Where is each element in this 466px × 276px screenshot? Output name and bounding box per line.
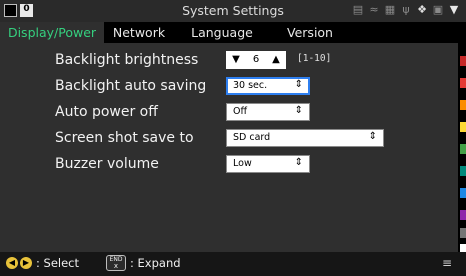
strip-segment [460, 122, 466, 132]
updown-caret-icon: ⇕ [368, 131, 377, 142]
expand-hint: : Expand [130, 256, 181, 270]
backlight-auto-saving-select[interactable]: 30 sec. ⇕ [226, 77, 310, 95]
network-icon: ▦ [384, 3, 396, 16]
printer-icon: ▤ [352, 3, 364, 16]
buzzer-volume-select[interactable]: Low ⇕ [226, 155, 310, 173]
tab-bar: Display/Power Network Language Version [0, 22, 466, 43]
decrement-button[interactable]: ▼ [226, 51, 246, 69]
select-hint: : Select [36, 256, 80, 270]
brightness-range: [1-10] [297, 53, 332, 64]
strip-segment [460, 166, 466, 176]
updown-caret-icon: ⇕ [294, 157, 303, 168]
controller-icon: ≡ [441, 256, 452, 270]
strip-segment [460, 100, 466, 110]
footer-hint-bar: ◀ ▶ : Select END x : Expand ≡ [0, 252, 466, 276]
screen-shot-save-to-select[interactable]: SD card ⇕ [226, 129, 384, 147]
strip-segment [460, 144, 466, 154]
usb-icon: ψ [402, 3, 410, 16]
auto-power-off-select[interactable]: Off ⇕ [226, 103, 310, 121]
title-bar: 0 System Settings ▤ ≈ ▦ ψ ❖ ▣ ▼ [0, 0, 466, 22]
strip-segment [460, 188, 466, 198]
left-arrow-icon: ◀ [6, 257, 18, 269]
auto-power-off-value: Off [233, 106, 248, 117]
tab-version[interactable]: Version [272, 22, 348, 43]
tab-language[interactable]: Language [180, 22, 264, 43]
strip-segment [460, 56, 466, 66]
tab-network[interactable]: Network [104, 22, 174, 43]
strip-segment [460, 210, 466, 220]
bluetooth-icon: ❖ [417, 3, 427, 16]
end-key-icon: END x [106, 255, 126, 271]
status-icons: ▤ ≈ ▦ ψ ❖ ▣ ▼ [352, 3, 460, 16]
strip-segment [460, 78, 466, 88]
setting-backlight-brightness: Backlight brightness ▼ 6 ▲ [1-10] [0, 49, 458, 71]
updown-caret-icon: ⇕ [294, 79, 303, 90]
screen-shot-save-to-label: Screen shot save to [55, 130, 194, 146]
power-plug-icon: ▼ [449, 3, 459, 16]
buzzer-volume-value: Low [233, 158, 252, 169]
select-arrows: ◀ ▶ [6, 257, 32, 269]
backlight-auto-saving-value: 30 sec. [233, 80, 268, 91]
screen-shot-save-to-value: SD card [233, 132, 271, 143]
setting-buzzer-volume: Buzzer volume Low ⇕ [0, 153, 458, 175]
right-arrow-icon: ▶ [20, 257, 32, 269]
tab-display-power[interactable]: Display/Power [0, 22, 104, 43]
backlight-auto-saving-label: Backlight auto saving [55, 78, 207, 94]
updown-caret-icon: ⇕ [294, 105, 303, 116]
setting-auto-power-off: Auto power off Off ⇕ [0, 101, 458, 123]
backlight-brightness-stepper[interactable]: ▼ 6 ▲ [226, 51, 286, 69]
end-key-sub: x [113, 262, 119, 270]
buzzer-volume-label: Buzzer volume [55, 156, 159, 172]
setting-screen-shot-save-to: Screen shot save to SD card ⇕ [0, 127, 458, 149]
display-power-panel: Backlight brightness ▼ 6 ▲ [1-10] Backli… [0, 43, 458, 239]
strip-segment [460, 228, 466, 238]
color-strip [458, 22, 466, 254]
backlight-brightness-label: Backlight brightness [55, 52, 199, 68]
increment-button[interactable]: ▲ [266, 51, 286, 69]
backlight-brightness-value[interactable]: 6 [246, 51, 266, 69]
auto-power-off-label: Auto power off [55, 104, 158, 120]
setting-backlight-auto-saving: Backlight auto saving 30 sec. ⇕ [0, 75, 458, 97]
wifi-icon: ≈ [369, 3, 379, 16]
sd-card-icon: ▣ [432, 3, 444, 16]
